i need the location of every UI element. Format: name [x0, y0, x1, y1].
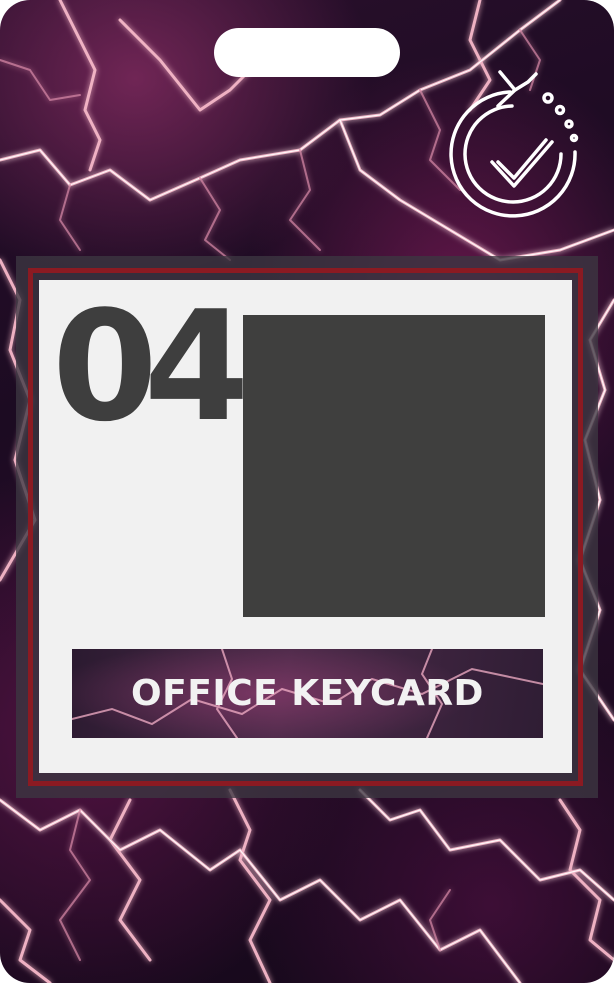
- photo-placeholder: [243, 315, 545, 617]
- lanyard-slot: [214, 28, 400, 77]
- card-label: OFFICE KEYCARD: [131, 673, 484, 714]
- label-banner: OFFICE KEYCARD: [72, 649, 543, 738]
- card-number: 04: [52, 278, 250, 455]
- keycard: 04 OFFICE KEYCARD: [0, 0, 614, 983]
- timer-check-icon: [449, 70, 579, 218]
